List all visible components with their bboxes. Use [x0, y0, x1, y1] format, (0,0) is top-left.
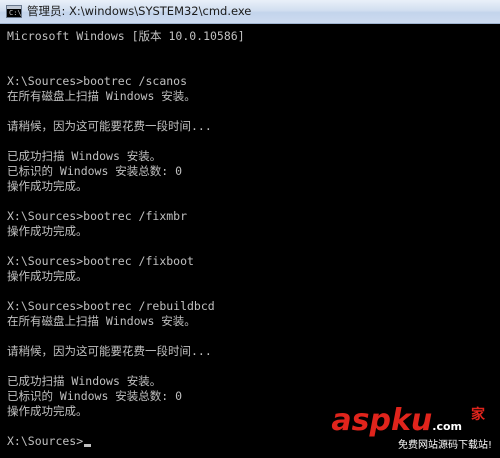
console-line: Microsoft Windows [版本 10.0.10586] — [7, 29, 245, 43]
console-line: 已成功扫描 Windows 安装。 — [7, 149, 162, 163]
console-line: 在所有磁盘上扫描 Windows 安装。 — [7, 89, 196, 103]
watermark: aspku.com 家 免费网站源码下载站! — [331, 404, 492, 452]
watermark-logo-suffix: .com — [432, 420, 462, 433]
console-line: 请稍候，因为这可能要花费一段时间... — [7, 344, 212, 358]
console-line: 已标识的 Windows 安装总数: 0 — [7, 164, 183, 178]
console-line: 操作成功完成。 — [7, 179, 88, 193]
console-line: X:\Sources>bootrec /fixboot — [7, 254, 194, 268]
watermark-subtitle: 免费网站源码下载站! — [397, 440, 492, 451]
watermark-logo: aspku.com — [331, 404, 462, 444]
console-line: X:\Sources>bootrec /fixmbr — [7, 209, 188, 223]
console-line: 请稍候，因为这可能要花费一段时间... — [7, 119, 212, 133]
console-line: 操作成功完成。 — [7, 224, 88, 238]
cmd-window: C:\ 管理员: X:\windows\SYSTEM32\cmd.exe Mic… — [0, 0, 500, 458]
cmd-icon-glyph: C:\ — [9, 9, 22, 17]
window-title: 管理员: X:\windows\SYSTEM32\cmd.exe — [27, 4, 252, 18]
console-line: X:\Sources> — [7, 434, 92, 449]
console-output[interactable]: Microsoft Windows [版本 10.0.10586] X:\Sour… — [0, 24, 500, 458]
text-cursor — [84, 444, 92, 447]
console-line: 已标识的 Windows 安装总数: 0 — [7, 389, 183, 403]
console-line: X:\Sources>bootrec /scanos — [7, 74, 188, 88]
console-line: 操作成功完成。 — [7, 404, 88, 418]
cmd-icon[interactable]: C:\ — [6, 5, 22, 18]
title-bar[interactable]: C:\ 管理员: X:\windows\SYSTEM32\cmd.exe — [0, 0, 500, 24]
console-line: 在所有磁盘上扫描 Windows 安装。 — [7, 314, 196, 328]
console-line: 已成功扫描 Windows 安装。 — [7, 374, 162, 388]
console-line: 操作成功完成。 — [7, 269, 88, 283]
console-line: X:\Sources>bootrec /rebuildbcd — [7, 299, 215, 313]
watermark-logo-text: aspku — [331, 403, 433, 438]
watermark-char: 家 — [471, 407, 485, 423]
